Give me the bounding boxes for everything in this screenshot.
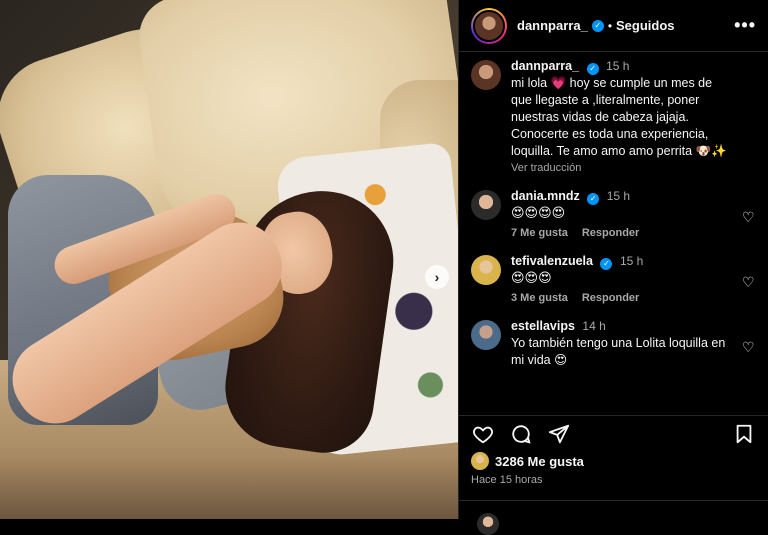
likes-count[interactable]: 3286 Me gusta: [495, 454, 584, 469]
chevron-right-icon[interactable]: ›: [425, 265, 449, 289]
heart-icon[interactable]: ♡: [742, 275, 756, 289]
verified-badge-icon: ✓: [591, 19, 604, 32]
verified-badge-icon: ✓: [586, 62, 599, 75]
more-options-icon[interactable]: •••: [734, 15, 756, 36]
comment-username[interactable]: tefivalenzuela: [511, 254, 593, 268]
heart-icon[interactable]: ♡: [742, 340, 756, 354]
avatar: [477, 513, 499, 535]
post-sidebar: dannparra_ ✓ • Seguidos ••• dannparra_ ✓…: [458, 0, 768, 535]
separator: •: [607, 18, 613, 33]
comment-text: 😍😍😍😍: [511, 205, 566, 220]
see-translation-link[interactable]: Ver traducción: [511, 162, 732, 174]
avatar: [471, 452, 489, 470]
post-header: dannparra_ ✓ • Seguidos •••: [459, 0, 768, 52]
comment-text: 😍😍😍: [511, 270, 552, 285]
header-username[interactable]: dannparra_: [517, 18, 588, 33]
reply-button[interactable]: Responder: [582, 227, 639, 239]
comment-username[interactable]: estellavips: [511, 319, 575, 333]
comment-likes[interactable]: 3 Me gusta: [511, 292, 568, 304]
verified-badge-icon: ✓: [600, 257, 613, 270]
comment-icon[interactable]: [509, 422, 533, 446]
add-comment-bar[interactable]: [459, 500, 768, 535]
comment-time[interactable]: 15 h: [620, 254, 643, 268]
post-photo[interactable]: ›: [0, 0, 458, 519]
comment-text: Yo también tengo una Lolita loquilla en …: [511, 336, 726, 367]
avatar[interactable]: [471, 190, 501, 220]
follow-status-button[interactable]: Seguidos: [616, 18, 675, 33]
bookmark-icon[interactable]: [732, 422, 756, 446]
avatar[interactable]: [471, 60, 501, 90]
avatar[interactable]: [471, 255, 501, 285]
comment-time[interactable]: 15 h: [607, 189, 630, 203]
avatar[interactable]: [471, 320, 501, 350]
caption-time[interactable]: 15 h: [606, 59, 629, 73]
comments-list[interactable]: dannparra_ ✓ 15 h mi lola 💗 hoy se cumpl…: [459, 58, 768, 408]
caption-row: dannparra_ ✓ 15 h mi lola 💗 hoy se cumpl…: [471, 58, 756, 174]
verified-badge-icon: ✓: [587, 192, 600, 205]
share-icon[interactable]: [547, 422, 571, 446]
comment-username[interactable]: dania.mndz: [511, 189, 580, 203]
caption-text: mi lola 💗 hoy se cumple un mes de que ll…: [511, 76, 727, 158]
comment-time[interactable]: 14 h: [582, 319, 605, 333]
comment-row: dania.mndz ✓ 15 h 😍😍😍😍 7 Me gusta Respon…: [471, 188, 756, 239]
reply-button[interactable]: Responder: [582, 292, 639, 304]
comment-row: tefivalenzuela ✓ 15 h 😍😍😍 3 Me gusta Res…: [471, 253, 756, 304]
avatar[interactable]: [471, 7, 507, 44]
comment-likes[interactable]: 7 Me gusta: [511, 227, 568, 239]
likes-summary[interactable]: 3286 Me gusta: [471, 452, 584, 470]
heart-icon[interactable]: [471, 422, 495, 446]
comment-row: estellavips 14 h Yo también tengo una Lo…: [471, 318, 756, 369]
instagram-post: › dannparra_ ✓ • Seguidos ••• dannparra_…: [0, 0, 768, 535]
caption-username[interactable]: dannparra_: [511, 59, 579, 73]
heart-icon[interactable]: ♡: [742, 210, 756, 224]
post-actions: [459, 415, 768, 451]
posted-time[interactable]: Hace 15 horas: [471, 474, 543, 486]
